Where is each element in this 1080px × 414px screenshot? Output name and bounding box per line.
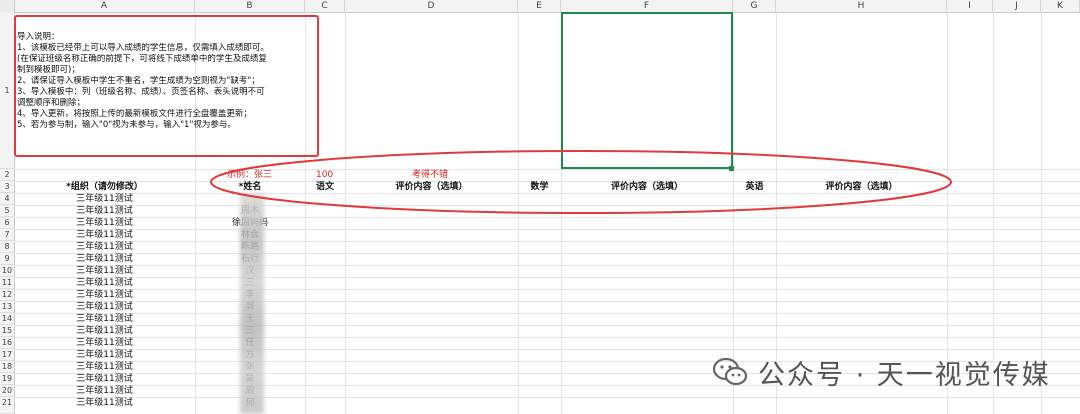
spreadsheet: A B C D E F G H I J K 1 2 3 4 5 6 7 8 9 … (0, 0, 1080, 414)
wechat-icon (712, 357, 748, 386)
watermark-text: 公众号 · 天一视觉传媒 (758, 359, 1051, 391)
wechat-watermark: 公众号 · 天一视觉传媒 (712, 352, 1051, 392)
